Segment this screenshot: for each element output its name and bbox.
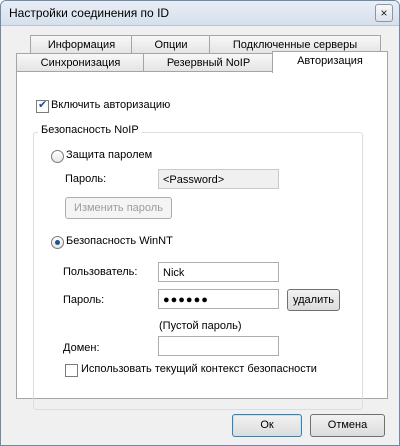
domain-field[interactable] — [158, 336, 279, 356]
empty-password-note: (Пустой пароль) — [159, 320, 242, 332]
domain-label: Домен: — [63, 342, 100, 354]
password-field[interactable]: <Password> — [158, 169, 279, 189]
tab-sync[interactable]: Синхронизация — [16, 53, 145, 72]
tab-options[interactable]: Опции — [131, 35, 211, 54]
check-icon: ✔ — [38, 99, 48, 111]
winnt-security-radio[interactable] — [51, 236, 64, 249]
settings-dialog: Настройки соединения по ID × Информация … — [0, 0, 400, 446]
tab-backup-noip[interactable]: Резервный NoIP — [143, 53, 274, 72]
winnt-security-label: Безопасность WinNT — [66, 235, 173, 247]
use-current-context-checkbox[interactable] — [65, 364, 78, 377]
user-label: Пользователь: — [63, 266, 138, 278]
ok-button[interactable]: Ок — [232, 414, 302, 437]
password-protection-radio[interactable] — [51, 150, 64, 163]
group-title: Безопасность NoIP — [38, 124, 142, 136]
winnt-password-label: Пароль: — [63, 294, 105, 306]
use-current-context-label: Использовать текущий контекст безопаснос… — [81, 363, 317, 375]
change-password-button[interactable]: Изменить пароль — [65, 197, 172, 219]
tab-info[interactable]: Информация — [30, 35, 133, 54]
cancel-button[interactable]: Отмена — [310, 414, 385, 437]
winnt-password-field[interactable]: ●●●●●● — [158, 289, 279, 309]
enable-auth-label: Включить авторизацию — [51, 99, 171, 111]
radio-selected-dot — [55, 240, 60, 245]
password-label: Пароль: — [65, 173, 107, 185]
close-button[interactable]: × — [375, 4, 393, 22]
tab-authorization[interactable]: Авторизация — [272, 51, 388, 73]
close-icon: × — [380, 6, 388, 20]
delete-password-button[interactable]: удалить — [287, 289, 340, 311]
enable-auth-checkbox[interactable]: ✔ — [36, 99, 49, 113]
password-protection-label: Защита паролем — [66, 149, 153, 161]
dialog-body: Информация Опции Подключенные серверы Си… — [1, 26, 399, 445]
user-field[interactable]: Nick — [158, 262, 279, 282]
window-title: Настройки соединения по ID — [9, 6, 170, 20]
title-bar: Настройки соединения по ID × — [1, 1, 399, 26]
